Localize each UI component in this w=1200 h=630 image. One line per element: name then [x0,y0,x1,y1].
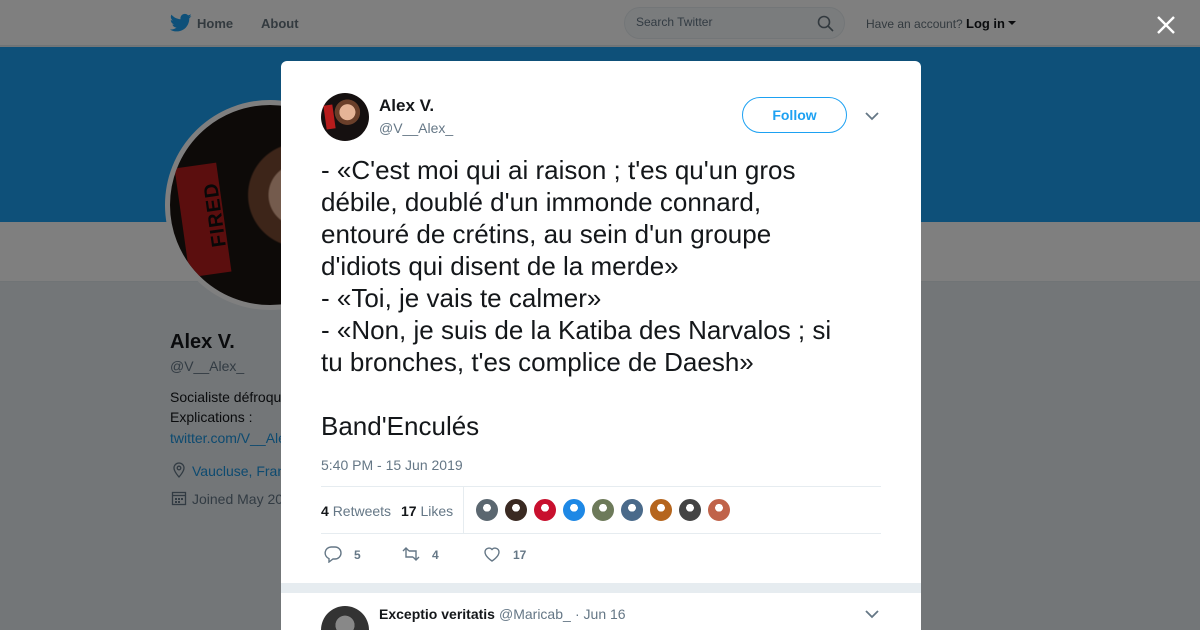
retweet-count: 4 [321,503,329,519]
tweet-signature: Band'Enculés [321,411,480,441]
liker-avatar[interactable] [649,498,673,522]
reply-count: 5 [354,548,361,562]
likes-stat[interactable]: 17 Likes [401,503,453,519]
tweet-timestamp[interactable]: 5:40 PM - 15 Jun 2019 [321,457,463,473]
retweet-action-count: 4 [432,548,439,562]
liker-avatar[interactable] [533,498,557,522]
heart-icon [484,547,500,562]
reply-avatar[interactable] [321,606,369,630]
tweet-text-line: d'idiots qui disent de la merde» [321,251,679,281]
retweet-stat[interactable]: 4 Retweets [321,503,391,519]
reply-icon [324,546,342,563]
author-avatar[interactable] [321,93,369,141]
stats-divider [463,487,464,533]
tweet-text-line: - «Non, je suis de la Katiba des Narvalo… [321,315,832,345]
liker-avatar[interactable] [475,498,499,522]
reply-date[interactable]: · Jun 16 [575,606,626,622]
tweet-text-line: - «Toi, je vais te calmer» [321,283,602,313]
tweet-text: - «C'est moi qui ai raison ; t'es qu'un … [321,154,881,442]
tweet-text-gap [321,378,881,410]
retweet-label: Retweets [332,503,392,519]
replies-divider [281,583,921,593]
author-handle[interactable]: @V__Alex_ [379,120,453,136]
reply-author-name[interactable]: Exceptio veritatis [379,606,495,622]
tweet-stats: 4 Retweets 17 Likes [321,486,881,534]
tweet-actions: 5 4 17 [321,545,881,565]
author-name[interactable]: Alex V. [379,96,434,116]
chevron-down-icon[interactable] [864,606,880,622]
close-icon[interactable] [1154,13,1178,37]
like-action-count: 17 [513,548,527,562]
reply-author-handle[interactable]: @Maricab_ [499,606,571,622]
tweet-text-line: débile, doublé d'un immonde connard, [321,187,762,217]
liker-avatar[interactable] [591,498,615,522]
chevron-down-icon[interactable] [864,108,880,124]
tweet-modal: Alex V. @V__Alex_ Follow - «C'est moi qu… [281,61,921,630]
follow-button[interactable]: Follow [742,97,847,133]
retweet-icon [402,547,420,561]
liker-avatar[interactable] [707,498,731,522]
retweet-button[interactable]: 4 [402,545,452,565]
likes-count: 17 [401,503,417,519]
liker-avatar[interactable] [562,498,586,522]
liker-avatar[interactable] [504,498,528,522]
tweet-text-line: tu bronches, t'es complice de Daesh» [321,347,754,377]
tweet-text-line: entouré de crétins, au sein d'un groupe [321,219,772,249]
liker-avatar[interactable] [620,498,644,522]
likes-label: Likes [420,503,454,519]
liker-avatar[interactable] [678,498,702,522]
tweet-text-line: - «C'est moi qui ai raison ; t'es qu'un … [321,155,796,185]
like-button[interactable]: 17 [483,545,533,565]
reply-button[interactable]: 5 [324,545,374,565]
